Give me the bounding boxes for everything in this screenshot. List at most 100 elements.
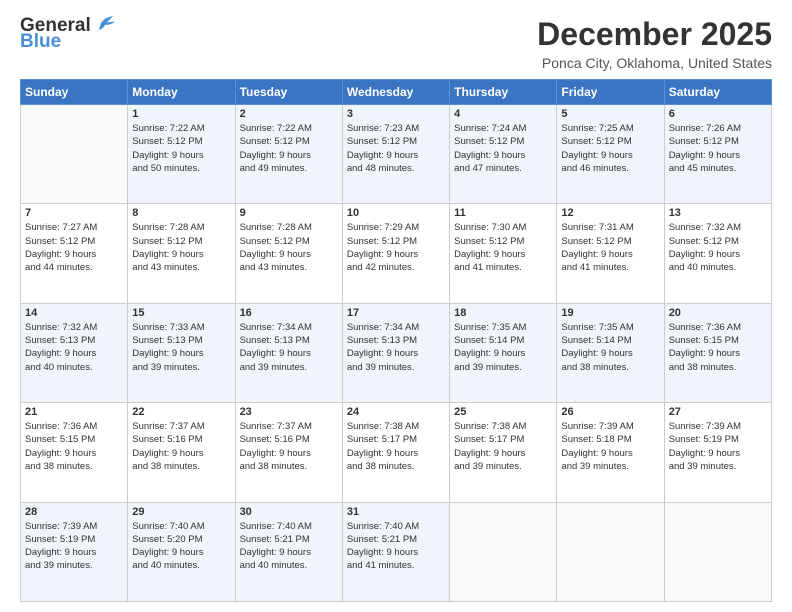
calendar-cell: 12Sunrise: 7:31 AM Sunset: 5:12 PM Dayli…	[557, 204, 664, 303]
day-info: Sunrise: 7:33 AM Sunset: 5:13 PM Dayligh…	[132, 321, 230, 374]
day-number: 31	[347, 506, 445, 518]
day-info: Sunrise: 7:30 AM Sunset: 5:12 PM Dayligh…	[454, 221, 552, 274]
calendar-table: SundayMondayTuesdayWednesdayThursdayFrid…	[20, 79, 772, 602]
day-number: 3	[347, 108, 445, 120]
day-number: 29	[132, 506, 230, 518]
day-number: 13	[669, 207, 767, 219]
day-number: 28	[25, 506, 123, 518]
day-info: Sunrise: 7:27 AM Sunset: 5:12 PM Dayligh…	[25, 221, 123, 274]
calendar-header-row: SundayMondayTuesdayWednesdayThursdayFrid…	[21, 80, 772, 105]
day-number: 5	[561, 108, 659, 120]
day-info: Sunrise: 7:39 AM Sunset: 5:18 PM Dayligh…	[561, 420, 659, 473]
day-number: 9	[240, 207, 338, 219]
calendar-cell: 16 Sunrise: 7:34 AM Sunset: 5:13 PM Dayli…	[235, 303, 342, 402]
calendar-cell: 18Sunrise: 7:35 AM Sunset: 5:14 PM Dayli…	[450, 303, 557, 402]
day-number: 19	[561, 307, 659, 319]
day-info: Sunrise: 7:39 AM Sunset: 5:19 PM Dayligh…	[669, 420, 767, 473]
calendar-cell: 22 Sunrise: 7:37 AM Sunset: 5:16 PM Dayli…	[128, 403, 235, 502]
calendar-day-header: Sunday	[21, 80, 128, 105]
day-number: 6	[669, 108, 767, 120]
calendar-cell: 26 Sunrise: 7:39 AM Sunset: 5:18 PM Dayli…	[557, 403, 664, 502]
day-info: Sunrise: 7:35 AM Sunset: 5:14 PM Dayligh…	[561, 321, 659, 374]
day-info: Sunrise: 7:40 AM Sunset: 5:20 PM Dayligh…	[132, 520, 230, 573]
calendar-day-header: Friday	[557, 80, 664, 105]
day-info: Sunrise: 7:40 AM Sunset: 5:21 PM Dayligh…	[347, 520, 445, 573]
page: General Blue December 2025 Ponca City, O…	[0, 0, 792, 612]
day-info: Sunrise: 7:38 AM Sunset: 5:17 PM Dayligh…	[454, 420, 552, 473]
calendar-cell: 14Sunrise: 7:32 AM Sunset: 5:13 PM Dayli…	[21, 303, 128, 402]
day-info: Sunrise: 7:34 AM Sunset: 5:13 PM Dayligh…	[347, 321, 445, 374]
day-info: Sunrise: 7:32 AM Sunset: 5:12 PM Dayligh…	[669, 221, 767, 274]
calendar-day-header: Saturday	[664, 80, 771, 105]
calendar-day-header: Wednesday	[342, 80, 449, 105]
calendar-week-row: 7 Sunrise: 7:27 AM Sunset: 5:12 PM Daylig…	[21, 204, 772, 303]
day-number: 10	[347, 207, 445, 219]
calendar-cell: 9 Sunrise: 7:28 AM Sunset: 5:12 PM Daylig…	[235, 204, 342, 303]
calendar-day-header: Thursday	[450, 80, 557, 105]
day-info: Sunrise: 7:38 AM Sunset: 5:17 PM Dayligh…	[347, 420, 445, 473]
calendar-cell: 15 Sunrise: 7:33 AM Sunset: 5:13 PM Dayli…	[128, 303, 235, 402]
day-number: 18	[454, 307, 552, 319]
day-number: 12	[561, 207, 659, 219]
calendar-cell: 10 Sunrise: 7:29 AM Sunset: 5:12 PM Dayli…	[342, 204, 449, 303]
day-number: 27	[669, 406, 767, 418]
logo-bird-icon	[93, 15, 115, 31]
day-number: 11	[454, 207, 552, 219]
day-number: 26	[561, 406, 659, 418]
day-info: Sunrise: 7:40 AM Sunset: 5:21 PM Dayligh…	[240, 520, 338, 573]
day-info: Sunrise: 7:37 AM Sunset: 5:16 PM Dayligh…	[132, 420, 230, 473]
calendar-cell: 17 Sunrise: 7:34 AM Sunset: 5:13 PM Dayli…	[342, 303, 449, 402]
day-number: 8	[132, 207, 230, 219]
calendar-cell: 31 Sunrise: 7:40 AM Sunset: 5:21 PM Dayli…	[342, 502, 449, 601]
calendar-cell: 25Sunrise: 7:38 AM Sunset: 5:17 PM Dayli…	[450, 403, 557, 502]
day-number: 2	[240, 108, 338, 120]
calendar-cell: 1Sunrise: 7:22 AM Sunset: 5:12 PM Daylig…	[128, 105, 235, 204]
calendar-cell	[664, 502, 771, 601]
day-number: 16	[240, 307, 338, 319]
calendar-cell: 28 Sunrise: 7:39 AM Sunset: 5:19 PM Dayli…	[21, 502, 128, 601]
calendar-cell: 21Sunrise: 7:36 AM Sunset: 5:15 PM Dayli…	[21, 403, 128, 502]
day-info: Sunrise: 7:36 AM Sunset: 5:15 PM Dayligh…	[669, 321, 767, 374]
calendar-cell: 3 Sunrise: 7:23 AM Sunset: 5:12 PM Daylig…	[342, 105, 449, 204]
day-info: Sunrise: 7:28 AM Sunset: 5:12 PM Dayligh…	[132, 221, 230, 274]
calendar-cell: 6 Sunrise: 7:26 AM Sunset: 5:12 PM Daylig…	[664, 105, 771, 204]
calendar-cell: 5 Sunrise: 7:25 AM Sunset: 5:12 PM Daylig…	[557, 105, 664, 204]
calendar-week-row: 28 Sunrise: 7:39 AM Sunset: 5:19 PM Dayli…	[21, 502, 772, 601]
day-info: Sunrise: 7:28 AM Sunset: 5:12 PM Dayligh…	[240, 221, 338, 274]
location: Ponca City, Oklahoma, United States	[537, 55, 772, 71]
calendar-week-row: 1Sunrise: 7:22 AM Sunset: 5:12 PM Daylig…	[21, 105, 772, 204]
day-number: 23	[240, 406, 338, 418]
calendar-cell: 24Sunrise: 7:38 AM Sunset: 5:17 PM Dayli…	[342, 403, 449, 502]
calendar-cell	[557, 502, 664, 601]
day-info: Sunrise: 7:34 AM Sunset: 5:13 PM Dayligh…	[240, 321, 338, 374]
day-number: 17	[347, 307, 445, 319]
day-info: Sunrise: 7:23 AM Sunset: 5:12 PM Dayligh…	[347, 122, 445, 175]
calendar-week-row: 21Sunrise: 7:36 AM Sunset: 5:15 PM Dayli…	[21, 403, 772, 502]
calendar-cell: 11 Sunrise: 7:30 AM Sunset: 5:12 PM Dayli…	[450, 204, 557, 303]
logo-blue: Blue	[20, 31, 61, 53]
day-info: Sunrise: 7:39 AM Sunset: 5:19 PM Dayligh…	[25, 520, 123, 573]
day-info: Sunrise: 7:22 AM Sunset: 5:12 PM Dayligh…	[240, 122, 338, 175]
day-number: 30	[240, 506, 338, 518]
day-number: 14	[25, 307, 123, 319]
calendar-cell: 7 Sunrise: 7:27 AM Sunset: 5:12 PM Daylig…	[21, 204, 128, 303]
day-number: 22	[132, 406, 230, 418]
calendar-cell	[21, 105, 128, 204]
day-number: 4	[454, 108, 552, 120]
calendar-cell: 27 Sunrise: 7:39 AM Sunset: 5:19 PM Dayli…	[664, 403, 771, 502]
day-info: Sunrise: 7:36 AM Sunset: 5:15 PM Dayligh…	[25, 420, 123, 473]
calendar-day-header: Tuesday	[235, 80, 342, 105]
day-info: Sunrise: 7:26 AM Sunset: 5:12 PM Dayligh…	[669, 122, 767, 175]
calendar-cell: 13 Sunrise: 7:32 AM Sunset: 5:12 PM Dayli…	[664, 204, 771, 303]
header: General Blue December 2025 Ponca City, O…	[20, 16, 772, 71]
month-title: December 2025	[537, 16, 772, 53]
day-info: Sunrise: 7:37 AM Sunset: 5:16 PM Dayligh…	[240, 420, 338, 473]
day-info: Sunrise: 7:25 AM Sunset: 5:12 PM Dayligh…	[561, 122, 659, 175]
day-info: Sunrise: 7:29 AM Sunset: 5:12 PM Dayligh…	[347, 221, 445, 274]
day-info: Sunrise: 7:24 AM Sunset: 5:12 PM Dayligh…	[454, 122, 552, 175]
day-info: Sunrise: 7:22 AM Sunset: 5:12 PM Dayligh…	[132, 122, 230, 175]
day-number: 15	[132, 307, 230, 319]
calendar-week-row: 14Sunrise: 7:32 AM Sunset: 5:13 PM Dayli…	[21, 303, 772, 402]
calendar-cell: 8 Sunrise: 7:28 AM Sunset: 5:12 PM Daylig…	[128, 204, 235, 303]
day-number: 7	[25, 207, 123, 219]
